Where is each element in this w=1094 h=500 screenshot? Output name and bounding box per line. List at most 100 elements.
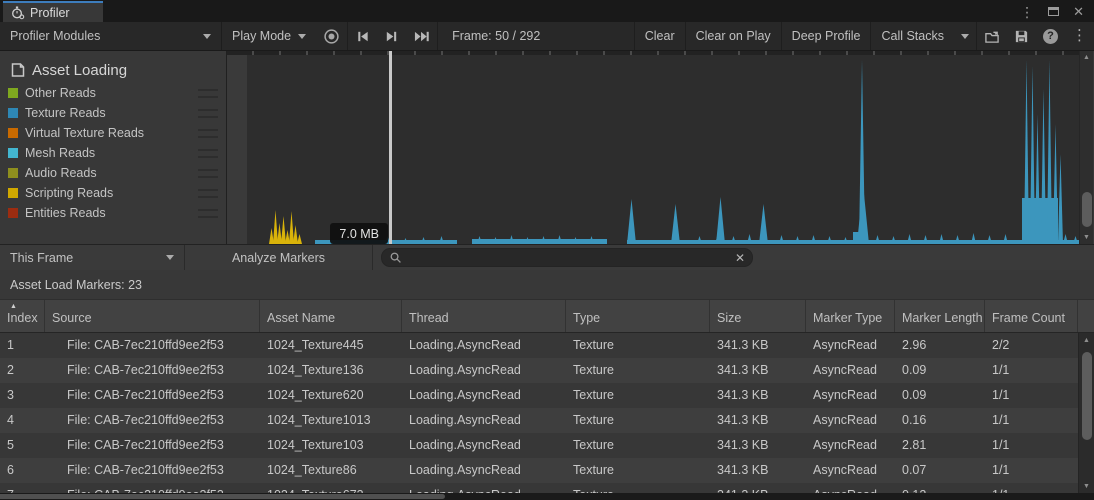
- skip-forward-icon: [413, 29, 430, 44]
- analyze-markers-button[interactable]: Analyze Markers: [185, 245, 373, 270]
- call-stacks-button[interactable]: Call Stacks: [870, 22, 954, 50]
- table-row[interactable]: 3File: CAB-7ec210ffd9ee2f531024_Texture6…: [0, 383, 1078, 408]
- column-header[interactable]: Asset Name: [260, 300, 402, 332]
- column-header[interactable]: Marker Length: [895, 300, 985, 332]
- table-cell: AsyncRead: [806, 483, 895, 493]
- play-mode-label: Play Mode: [232, 29, 291, 43]
- column-header[interactable]: Frame Count: [985, 300, 1078, 332]
- chart-scroll-thumb[interactable]: [1082, 192, 1092, 227]
- clear-on-play-button[interactable]: Clear on Play: [685, 22, 781, 50]
- first-frame-button[interactable]: [347, 22, 377, 50]
- frame-scope-dropdown[interactable]: This Frame: [0, 245, 185, 270]
- table-cell: 1024_Texture86: [260, 458, 402, 483]
- toolbar-menu-button[interactable]: ⋮: [1065, 22, 1094, 50]
- table-row[interactable]: 2File: CAB-7ec210ffd9ee2f531024_Texture1…: [0, 358, 1078, 383]
- chart-spike: [716, 197, 725, 244]
- table-row[interactable]: 5File: CAB-7ec210ffd9ee2f531024_Texture1…: [0, 433, 1078, 458]
- table-row[interactable]: 6File: CAB-7ec210ffd9ee2f531024_Texture8…: [0, 458, 1078, 483]
- deep-profile-button[interactable]: Deep Profile: [781, 22, 871, 50]
- scroll-up-icon[interactable]: ▲: [1080, 54, 1093, 61]
- call-stacks-dropdown[interactable]: [954, 22, 976, 50]
- current-frame-line[interactable]: [389, 51, 392, 244]
- save-profile-button[interactable]: [1007, 22, 1036, 50]
- chevron-down-icon: [298, 34, 306, 39]
- drag-handle-icon[interactable]: [198, 189, 218, 198]
- column-header[interactable]: Source: [45, 300, 260, 332]
- table-row[interactable]: 4File: CAB-7ec210ffd9ee2f531024_Texture1…: [0, 408, 1078, 433]
- column-header[interactable]: Index▲: [0, 300, 45, 332]
- next-frame-button[interactable]: [377, 22, 406, 50]
- save-icon: [1014, 29, 1029, 44]
- column-header[interactable]: Type: [566, 300, 710, 332]
- table-cell: Loading.AsyncRead: [402, 383, 566, 408]
- table-cell: 1/1: [985, 458, 1078, 483]
- search-field[interactable]: ✕: [381, 248, 753, 267]
- load-profile-button[interactable]: [976, 22, 1007, 50]
- drag-handle-icon[interactable]: [198, 209, 218, 218]
- table-cell: 0.16: [895, 408, 985, 433]
- table-row[interactable]: 7File: CAB-7ec210ffd9ee2f531024_Texture6…: [0, 483, 1078, 493]
- chart-spike: [671, 204, 680, 244]
- drag-handle-icon[interactable]: [198, 129, 218, 138]
- table-cell: 341.3 KB: [710, 458, 806, 483]
- table-cell: 1024_Texture620: [260, 383, 402, 408]
- legend-color-swatch: [8, 88, 18, 98]
- drag-handle-icon[interactable]: [198, 149, 218, 158]
- drag-handle-icon[interactable]: [198, 169, 218, 178]
- chevron-down-icon: [203, 34, 211, 39]
- legend-item[interactable]: Virtual Texture Reads: [8, 123, 226, 143]
- chart-scrollbar[interactable]: ▲ ▼: [1079, 51, 1093, 244]
- summary-row: Asset Load Markers: 23: [0, 270, 1094, 300]
- column-header[interactable]: Size: [710, 300, 806, 332]
- legend-item[interactable]: Other Reads: [8, 83, 226, 103]
- legend-item-label: Texture Reads: [25, 106, 191, 120]
- table-cell: 1/1: [985, 483, 1078, 493]
- column-header[interactable]: Thread: [402, 300, 566, 332]
- column-header[interactable]: Marker Type: [806, 300, 895, 332]
- table-cell: AsyncRead: [806, 383, 895, 408]
- chart-spike: [1003, 234, 1008, 244]
- legend-item[interactable]: Texture Reads: [8, 103, 226, 123]
- table-scrollbar[interactable]: ▲ ▼: [1078, 333, 1094, 493]
- table-cell: File: CAB-7ec210ffd9ee2f53: [45, 358, 260, 383]
- horizontal-scrollbar[interactable]: [0, 493, 1094, 500]
- module-title: Asset Loading: [32, 62, 127, 79]
- legend-item[interactable]: Mesh Reads: [8, 143, 226, 163]
- table-scroll-thumb[interactable]: [1082, 352, 1092, 440]
- table-row[interactable]: 1File: CAB-7ec210ffd9ee2f531024_Texture4…: [0, 333, 1078, 358]
- tab-profiler[interactable]: Profiler: [3, 1, 103, 22]
- window-menu-icon[interactable]: ⋮: [1020, 6, 1034, 18]
- scroll-down-icon[interactable]: ▼: [1079, 483, 1094, 490]
- table-cell: Loading.AsyncRead: [402, 408, 566, 433]
- clear-button[interactable]: Clear: [634, 22, 685, 50]
- legend-item[interactable]: Scripting Reads: [8, 183, 226, 203]
- drag-handle-icon[interactable]: [198, 89, 218, 98]
- search-input[interactable]: [407, 250, 730, 266]
- legend-item[interactable]: Entities Reads: [8, 203, 226, 223]
- step-forward-icon: [384, 29, 399, 44]
- last-frame-button[interactable]: [406, 22, 437, 50]
- legend-item[interactable]: Audio Reads: [8, 163, 226, 183]
- table-cell: 341.3 KB: [710, 333, 806, 358]
- loading-chart[interactable]: 7.0 MB: [227, 51, 1079, 244]
- module-header[interactable]: Asset Loading: [8, 57, 226, 83]
- table-cell: Texture: [566, 483, 710, 493]
- chevron-down-icon: [961, 34, 969, 39]
- table-cell: File: CAB-7ec210ffd9ee2f53: [45, 383, 260, 408]
- help-button[interactable]: ?: [1036, 22, 1065, 50]
- scroll-up-icon[interactable]: ▲: [1079, 337, 1094, 344]
- clear-search-icon[interactable]: ✕: [735, 251, 745, 265]
- chart-spike: [627, 199, 636, 244]
- frame-scope-label: This Frame: [10, 251, 73, 265]
- table-cell: File: CAB-7ec210ffd9ee2f53: [45, 458, 260, 483]
- profiler-modules-dropdown[interactable]: Profiler Modules: [0, 22, 222, 50]
- close-icon[interactable]: ✕: [1073, 5, 1084, 18]
- maximize-icon[interactable]: [1048, 7, 1059, 16]
- horizontal-scroll-thumb[interactable]: [0, 494, 445, 499]
- play-mode-dropdown[interactable]: Play Mode: [222, 22, 316, 50]
- table-cell: File: CAB-7ec210ffd9ee2f53: [45, 408, 260, 433]
- scroll-down-icon[interactable]: ▼: [1080, 234, 1093, 241]
- drag-handle-icon[interactable]: [198, 109, 218, 118]
- chart-spike: [971, 233, 976, 244]
- record-button[interactable]: [316, 22, 347, 50]
